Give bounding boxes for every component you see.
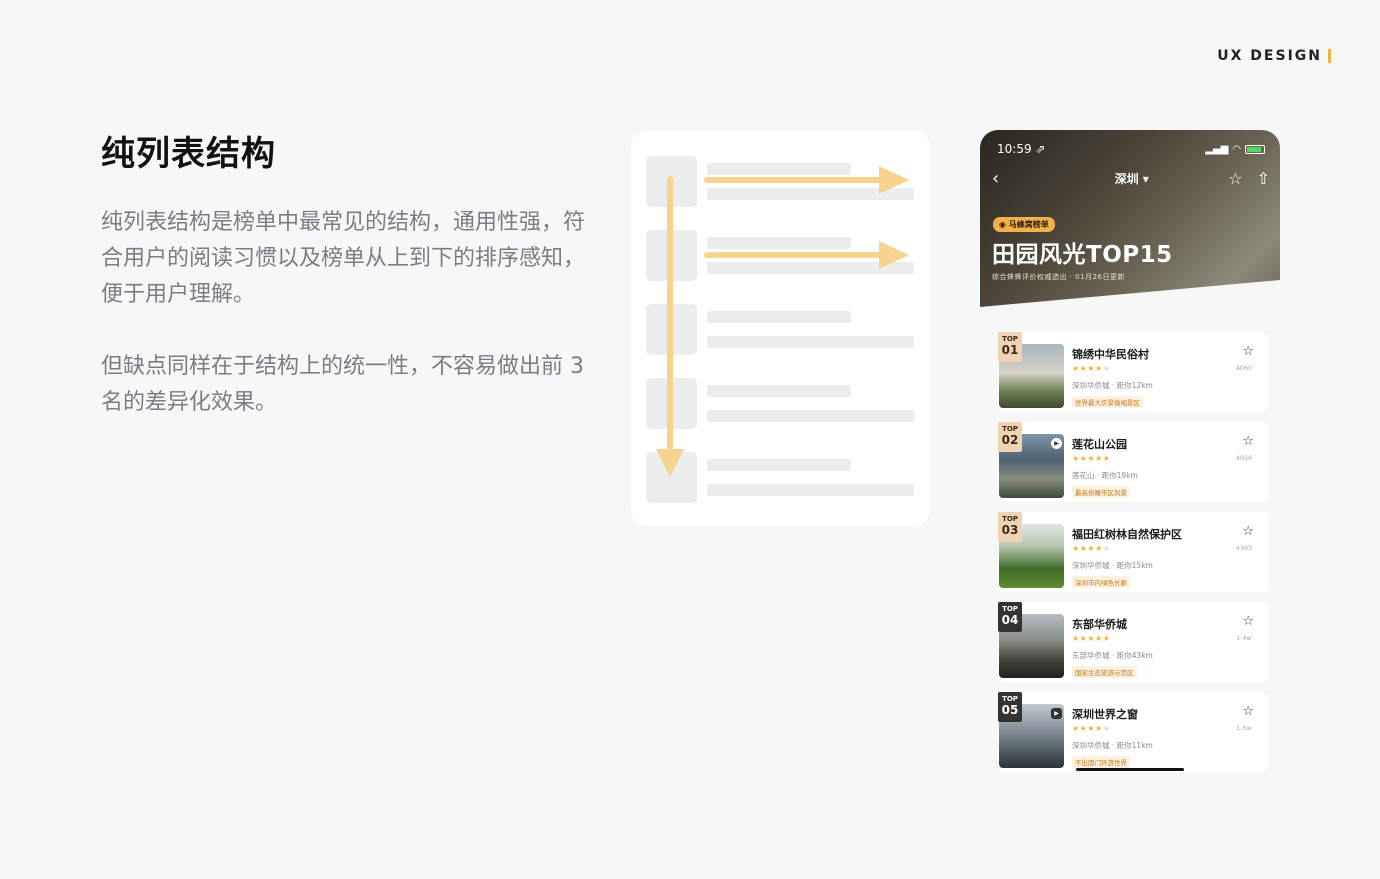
- phone-screenshot: 10:59 ⇗ ▂▄▆ ◠ ‹ 深圳 ▾ ☆ ⇧ ◉ 马蜂窝榜单 田园风光TOP…: [980, 130, 1280, 778]
- stars-empty: ★: [1102, 364, 1111, 373]
- slide-paragraph-1: 纯列表结构是榜单中最常见的结构，通用性强，符合用户的阅读习惯以及榜单从上到下的排…: [101, 210, 586, 307]
- share-icon[interactable]: ⇧: [1257, 169, 1270, 188]
- horizontal-arrow-head-1: [879, 166, 909, 194]
- rank-badge: TOP 04: [998, 602, 1022, 632]
- brand-label: UX DESIGN: [1217, 48, 1331, 64]
- rank-badge: TOP 01: [998, 332, 1022, 362]
- status-bar: 10:59 ⇗ ▂▄▆ ◠: [997, 142, 1265, 156]
- rank-number: 02: [1001, 433, 1019, 447]
- favorite-count: 4060: [1235, 364, 1253, 372]
- item-location: 深圳华侨城 · 距你15km: [1072, 561, 1153, 570]
- rank-badge: TOP 02: [998, 422, 1022, 452]
- rating-stars: ★★★★★: [1072, 724, 1110, 733]
- stars-empty: ★: [1102, 724, 1111, 733]
- nav-actions: ☆ ⇧: [1228, 169, 1270, 188]
- item-tag: 深圳市内绿色长廊: [1072, 576, 1130, 588]
- rating-stars: ★★★★★: [1072, 544, 1110, 553]
- favorite-star-icon[interactable]: ☆: [1242, 434, 1254, 449]
- video-play-icon[interactable]: ▶: [1051, 438, 1062, 449]
- item-location: 莲花山 · 距你19km: [1072, 471, 1138, 480]
- status-time: 10:59 ⇗: [997, 142, 1046, 156]
- list-item[interactable]: TOP 05 ▶ 深圳世界之窗 ★★★★★ 深圳华侨城 · 距你11km 不出国…: [998, 692, 1268, 772]
- star-icon[interactable]: ☆: [1228, 169, 1242, 188]
- reading-direction-arrows: [656, 166, 909, 477]
- stars-filled: ★★★★: [1072, 364, 1103, 373]
- stars-filled: ★★★★★: [1072, 454, 1111, 463]
- back-icon[interactable]: ‹: [992, 168, 999, 189]
- wifi-icon: ◠: [1232, 143, 1241, 155]
- item-tag: 世界最大实景微缩景区: [1072, 396, 1143, 408]
- item-name: 莲花山公园: [1072, 438, 1127, 451]
- stars-filled: ★★★★: [1072, 724, 1103, 733]
- stars-filled: ★★★★: [1072, 544, 1103, 553]
- rank-number: 01: [1001, 343, 1019, 357]
- favorite-star-icon[interactable]: ☆: [1242, 344, 1254, 359]
- list-item[interactable]: TOP 02 ▶ 莲花山公园 ★★★★★ 莲花山 · 距你19km 最高俯瞰市区…: [998, 422, 1268, 502]
- list-item[interactable]: TOP 01 锦绣中华民俗村 ★★★★★ 深圳华侨城 · 距你12km 世界最大…: [998, 332, 1268, 412]
- battery-icon: [1245, 144, 1265, 154]
- rating-stars: ★★★★★: [1072, 634, 1110, 643]
- rating-stars: ★★★★★: [1072, 454, 1110, 463]
- favorite-count: 1.5w: [1236, 724, 1252, 732]
- favorite-star-icon[interactable]: ☆: [1242, 704, 1254, 719]
- list-source-badge: ◉ 马蜂窝榜单: [993, 217, 1055, 232]
- favorite-count: 4363: [1235, 544, 1253, 552]
- favorite-count: 4056: [1235, 454, 1253, 462]
- item-name: 深圳世界之窗: [1072, 708, 1138, 721]
- video-play-icon[interactable]: ▶: [1051, 708, 1062, 719]
- stars-empty: ★: [1102, 544, 1111, 553]
- favorite-star-icon[interactable]: ☆: [1242, 524, 1254, 539]
- item-location: 深圳华侨城 · 距你12km: [1072, 381, 1153, 390]
- nav-bar: ‹ 深圳 ▾ ☆ ⇧: [992, 168, 1270, 189]
- rank-number: 04: [1001, 613, 1019, 627]
- rank-number: 03: [1001, 523, 1019, 537]
- city-selector[interactable]: 深圳 ▾: [1115, 170, 1149, 187]
- horizontal-arrow-head-2: [879, 241, 909, 269]
- brand-accent-bar: [1328, 49, 1331, 63]
- favorite-count: 1.4w: [1236, 634, 1252, 642]
- slide-title: 纯列表结构: [101, 134, 276, 174]
- rank-number: 05: [1001, 703, 1019, 717]
- item-name: 福田红树林自然保护区: [1072, 528, 1182, 541]
- item-tag: 国家生态旅游示范区: [1072, 666, 1137, 678]
- item-location: 深圳华侨城 · 距你11km: [1072, 741, 1153, 750]
- brand-text: UX DESIGN: [1217, 48, 1322, 64]
- rank-badge: TOP 03: [998, 512, 1022, 542]
- list-wireframe-illustration: [631, 131, 930, 526]
- stars-filled: ★★★★★: [1072, 634, 1111, 643]
- item-name: 锦绣中华民俗村: [1072, 348, 1149, 361]
- item-tag: 最高俯瞰市区风景: [1072, 486, 1130, 498]
- status-icons: ▂▄▆ ◠: [1205, 144, 1265, 155]
- list-item[interactable]: TOP 04 东部华侨城 ★★★★★ 东部华侨城 · 距你43km 国家生态旅游…: [998, 602, 1268, 682]
- item-tag: 不出国门环游世界: [1072, 756, 1130, 768]
- list-subtitle: 综合蜂蜂评价权威选出 · 01月26日更新: [992, 273, 1125, 281]
- item-location: 东部华侨城 · 距你43km: [1072, 651, 1153, 660]
- slide-paragraph-2: 但缺点同样在于结构上的统一性，不容易做出前 3 名的差异化效果。: [101, 354, 584, 415]
- list-title: 田园风光TOP15: [992, 242, 1173, 268]
- signal-icon: ▂▄▆: [1205, 143, 1229, 155]
- home-indicator[interactable]: [1076, 768, 1184, 771]
- vertical-arrow-head: [656, 449, 684, 477]
- item-name: 东部华侨城: [1072, 618, 1127, 631]
- rank-badge: TOP 05: [998, 692, 1022, 722]
- list-item[interactable]: TOP 03 福田红树林自然保护区 ★★★★★ 深圳华侨城 · 距你15km 深…: [998, 512, 1268, 592]
- favorite-star-icon[interactable]: ☆: [1242, 614, 1254, 629]
- rating-stars: ★★★★★: [1072, 364, 1110, 373]
